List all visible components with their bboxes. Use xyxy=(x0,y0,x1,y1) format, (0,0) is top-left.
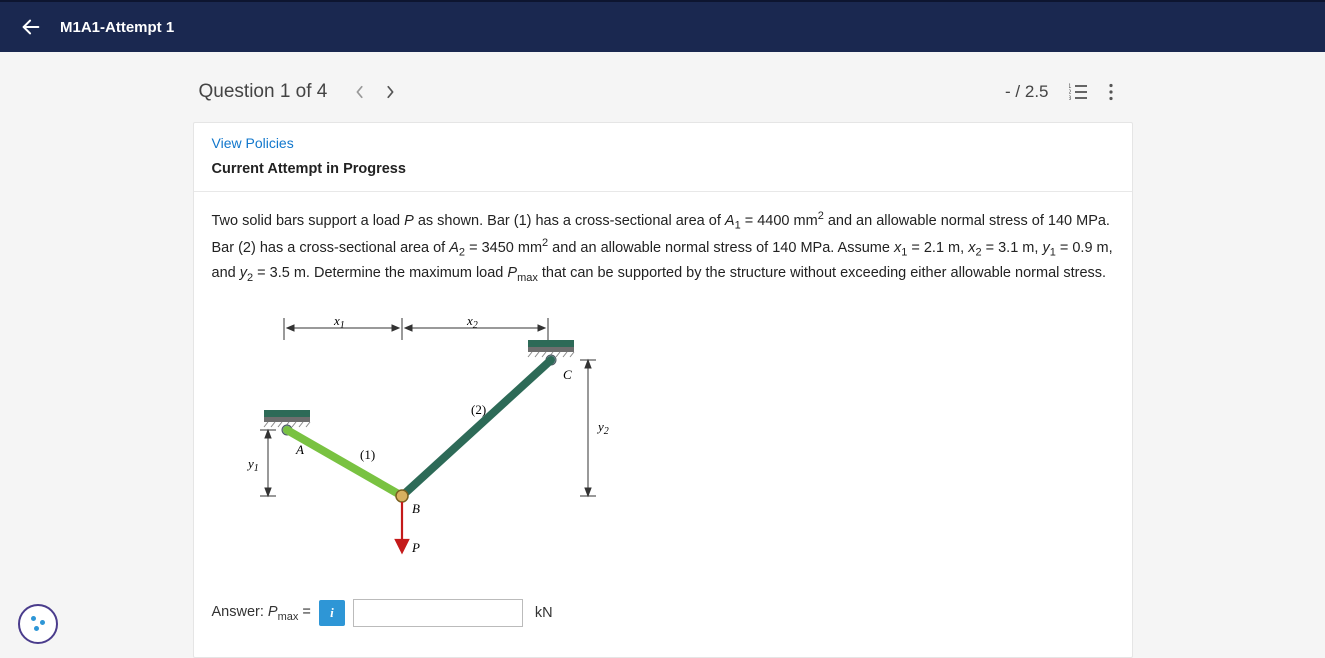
problem-statement: Two solid bars support a load P as shown… xyxy=(212,208,1114,286)
value-A1: 4400 xyxy=(757,213,789,229)
cookie-settings-button[interactable] xyxy=(18,604,58,644)
question-counter: Question 1 of 4 xyxy=(199,81,328,103)
value-x1: 2.1 xyxy=(924,240,944,256)
svg-text:y1: y1 xyxy=(246,456,259,474)
answer-label: Answer: Pmax = xyxy=(212,604,311,623)
svg-text:A: A xyxy=(295,442,304,457)
svg-text:(1): (1) xyxy=(360,447,375,462)
attempt-status: Current Attempt in Progress xyxy=(212,161,1114,177)
answer-row: Answer: Pmax = i kN xyxy=(212,599,1114,627)
value-sigma1: 140 xyxy=(1048,213,1072,229)
question-header: Question 1 of 4 - / 2.5 123 xyxy=(193,52,1133,122)
svg-text:(2): (2) xyxy=(471,402,486,417)
svg-text:P: P xyxy=(411,540,420,555)
value-sigma2: 140 xyxy=(772,240,796,256)
page-title: M1A1-Attempt 1 xyxy=(60,19,174,36)
value-A2: 3450 xyxy=(482,240,514,256)
svg-text:B: B xyxy=(412,501,420,516)
answer-unit: kN xyxy=(535,605,553,621)
prev-question-button[interactable] xyxy=(345,77,375,107)
svg-text:C: C xyxy=(563,367,572,382)
view-policies-link[interactable]: View Policies xyxy=(212,135,294,151)
more-options-icon[interactable] xyxy=(1095,76,1127,108)
score-display: - / 2.5 xyxy=(1005,82,1048,102)
value-y1: 0.9 xyxy=(1072,240,1092,256)
problem-figure: x1 x2 xyxy=(242,306,1114,571)
svg-text:3: 3 xyxy=(1069,96,1072,101)
next-question-button[interactable] xyxy=(375,77,405,107)
question-list-icon[interactable]: 123 xyxy=(1063,76,1095,108)
answer-input[interactable] xyxy=(353,599,523,627)
value-x2: 3.1 xyxy=(998,240,1018,256)
value-y2: 3.5 xyxy=(270,265,290,281)
app-header: M1A1-Attempt 1 xyxy=(0,0,1325,52)
info-icon[interactable]: i xyxy=(319,600,345,626)
back-arrow-icon[interactable] xyxy=(20,16,42,38)
svg-text:y2: y2 xyxy=(596,419,609,437)
question-card: View Policies Current Attempt in Progres… xyxy=(193,122,1133,658)
